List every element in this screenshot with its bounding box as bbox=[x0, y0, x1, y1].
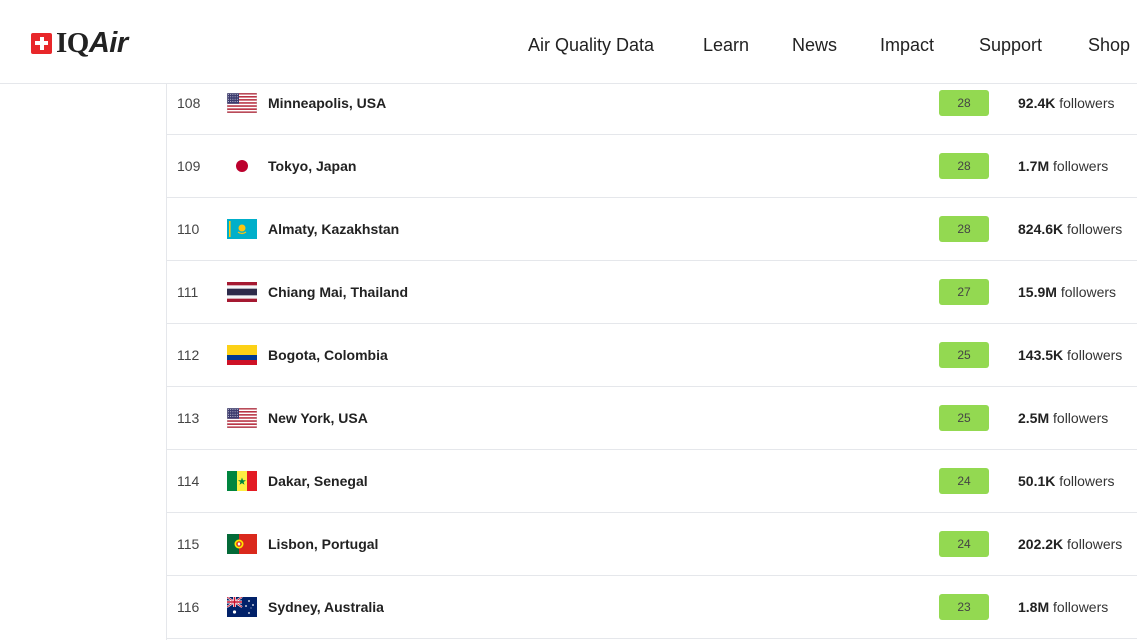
city-name-link[interactable]: Minneapolis, USA bbox=[268, 95, 386, 111]
nav-air-quality-data[interactable]: Air Quality Data bbox=[528, 34, 654, 56]
followers-count: 50.1K followers bbox=[1018, 473, 1115, 489]
followers-count: 1.8M followers bbox=[1018, 599, 1108, 615]
ranking-row[interactable]: 111 Chiang Mai, Thailand 27 15.9M followers bbox=[167, 261, 1137, 324]
ranking-row[interactable]: 115 Lisbon, Portugal 24 202.2K followers bbox=[167, 513, 1137, 576]
nav-shop[interactable]: Shop bbox=[1088, 34, 1130, 56]
city-name-link[interactable]: Tokyo, Japan bbox=[268, 158, 356, 174]
followers-number: 92.4K bbox=[1018, 95, 1056, 111]
rank-number: 109 bbox=[177, 158, 201, 174]
senegal-flag-icon bbox=[227, 471, 257, 491]
aqi-badge: 27 bbox=[939, 279, 989, 305]
followers-label: followers bbox=[1053, 158, 1109, 174]
ranking-row[interactable]: 114 Dakar, Senegal 24 50.1K followers bbox=[167, 450, 1137, 513]
followers-count: 15.9M followers bbox=[1018, 284, 1116, 300]
rank-number: 116 bbox=[177, 599, 200, 615]
main-nav: Air Quality Data Learn News Impact Suppo… bbox=[0, 34, 1137, 58]
followers-label: followers bbox=[1059, 473, 1115, 489]
rank-number: 111 bbox=[177, 284, 199, 300]
aqi-badge: 24 bbox=[939, 531, 989, 557]
japan-flag-icon bbox=[227, 156, 257, 176]
followers-label: followers bbox=[1067, 347, 1123, 363]
aqi-badge: 28 bbox=[939, 153, 989, 179]
followers-label: followers bbox=[1053, 410, 1109, 426]
usa-flag-icon bbox=[226, 92, 258, 114]
nav-support[interactable]: Support bbox=[979, 34, 1042, 56]
followers-number: 1.8M bbox=[1018, 599, 1050, 615]
thailand-flag-icon bbox=[227, 282, 257, 302]
followers-count: 92.4K followers bbox=[1018, 95, 1115, 111]
city-name-link[interactable]: Sydney, Australia bbox=[268, 599, 384, 615]
ranking-row[interactable]: 110 Almaty, Kazakhstan 28 824.6K followers bbox=[167, 198, 1137, 261]
followers-label: followers bbox=[1060, 284, 1117, 300]
ranking-row[interactable]: 112 Bogota, Colombia 25 143.5K followers bbox=[167, 324, 1137, 387]
city-name-link[interactable]: New York, USA bbox=[268, 410, 368, 426]
followers-count: 824.6K followers bbox=[1018, 221, 1122, 237]
usa-flag-icon bbox=[226, 407, 258, 429]
followers-label: followers bbox=[1059, 95, 1115, 111]
rank-number: 110 bbox=[177, 221, 200, 237]
ranking-row[interactable]: 113 New York, USA 25 2.5M followers bbox=[167, 387, 1137, 450]
aqi-badge: 24 bbox=[939, 468, 989, 494]
followers-number: 1.7M bbox=[1018, 158, 1050, 174]
aqi-badge: 25 bbox=[939, 405, 989, 431]
city-name-link[interactable]: Chiang Mai, Thailand bbox=[268, 284, 408, 300]
australia-flag-icon bbox=[226, 596, 257, 617]
followers-label: followers bbox=[1067, 536, 1123, 552]
nav-impact[interactable]: Impact bbox=[880, 34, 934, 56]
followers-number: 2.5M bbox=[1018, 410, 1050, 426]
rank-number: 114 bbox=[177, 473, 200, 489]
rank-number: 115 bbox=[177, 536, 200, 552]
followers-number: 50.1K bbox=[1018, 473, 1056, 489]
followers-label: followers bbox=[1053, 599, 1109, 615]
city-name-link[interactable]: Dakar, Senegal bbox=[268, 473, 368, 489]
ranking-row[interactable]: 116 Sydney, Australia 23 1.8M followers bbox=[167, 576, 1137, 639]
followers-number: 202.2K bbox=[1018, 536, 1064, 552]
followers-count: 2.5M followers bbox=[1018, 410, 1108, 426]
aqi-badge: 28 bbox=[939, 216, 989, 242]
followers-number: 143.5K bbox=[1018, 347, 1064, 363]
followers-count: 143.5K followers bbox=[1018, 347, 1122, 363]
ranking-row[interactable]: 108 Minneapolis, USA 28 92.4K followers bbox=[167, 72, 1137, 135]
portugal-flag-icon bbox=[227, 534, 257, 554]
nav-learn[interactable]: Learn bbox=[703, 34, 749, 56]
rank-number: 108 bbox=[177, 95, 201, 111]
followers-number: 824.6K bbox=[1018, 221, 1064, 237]
aqi-badge: 25 bbox=[939, 342, 989, 368]
aqi-badge: 23 bbox=[939, 594, 989, 620]
followers-label: followers bbox=[1067, 221, 1123, 237]
followers-count: 1.7M followers bbox=[1018, 158, 1108, 174]
city-name-link[interactable]: Bogota, Colombia bbox=[268, 347, 388, 363]
nav-news[interactable]: News bbox=[792, 34, 837, 56]
rank-number: 113 bbox=[177, 410, 200, 426]
rank-number: 112 bbox=[177, 347, 200, 363]
followers-count: 202.2K followers bbox=[1018, 536, 1122, 552]
followers-number: 15.9M bbox=[1018, 284, 1057, 300]
city-name-link[interactable]: Almaty, Kazakhstan bbox=[268, 221, 399, 237]
kazakhstan-flag-icon bbox=[227, 219, 257, 239]
city-name-link[interactable]: Lisbon, Portugal bbox=[268, 536, 378, 552]
ranking-row[interactable]: 109 Tokyo, Japan 28 1.7M followers bbox=[167, 135, 1137, 198]
colombia-flag-icon bbox=[227, 345, 257, 365]
aqi-badge: 28 bbox=[939, 90, 989, 116]
